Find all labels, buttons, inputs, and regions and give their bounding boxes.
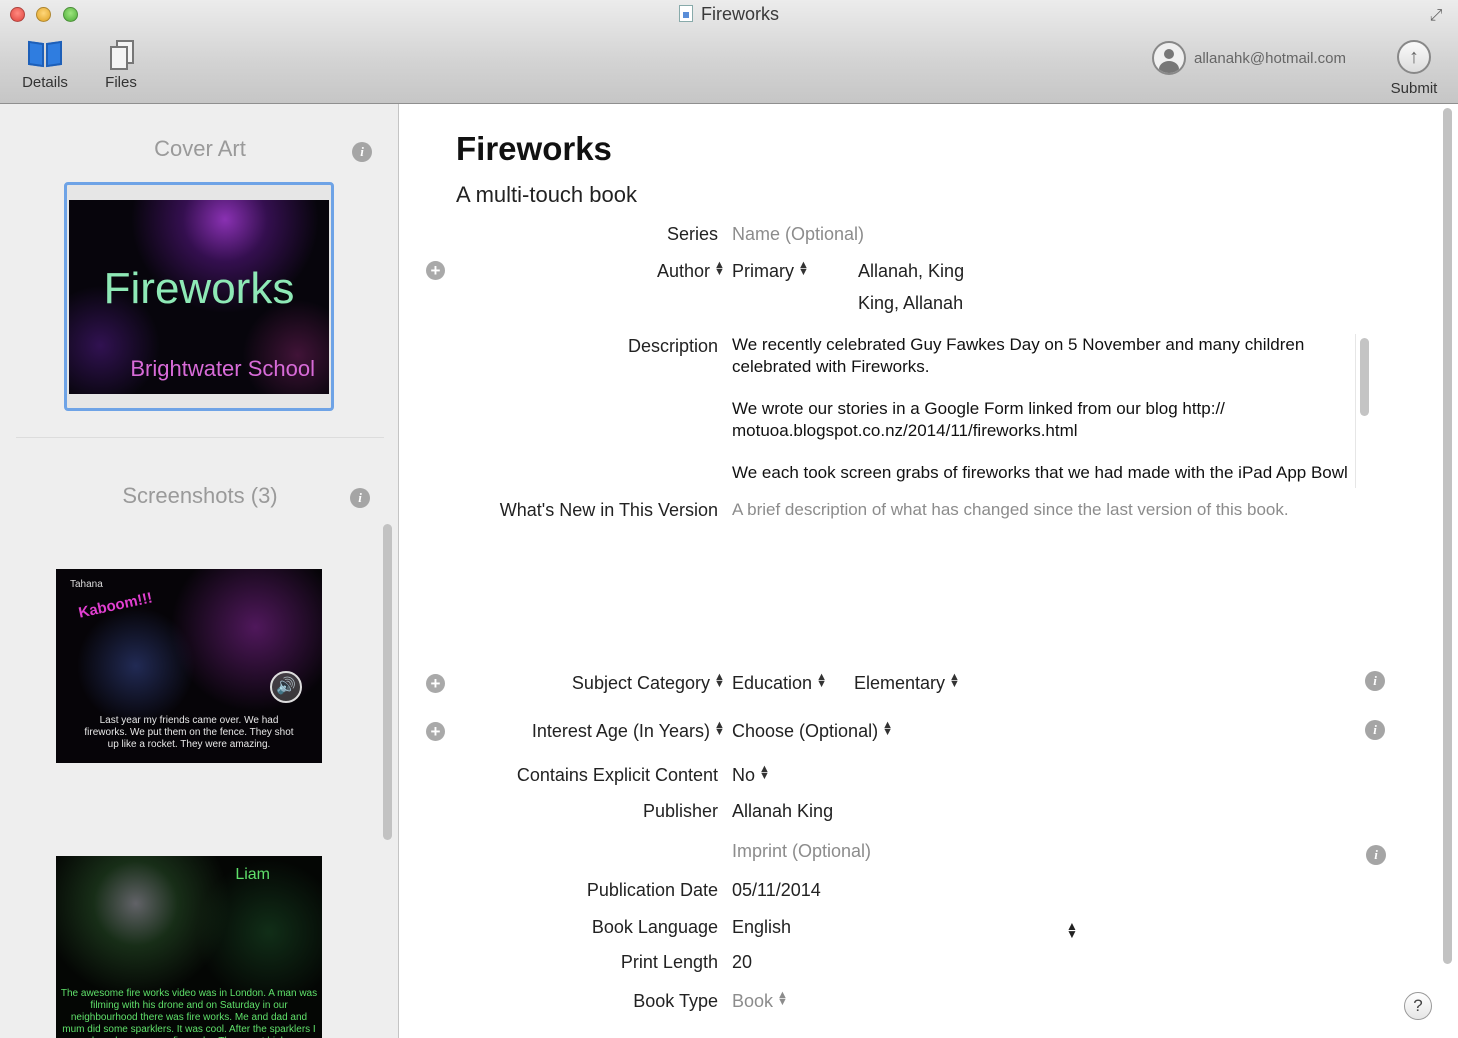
help-icon[interactable]: ? xyxy=(1404,992,1432,1020)
book-type-label: Book Type xyxy=(633,991,718,1011)
subject-subcategory-value: Elementary xyxy=(854,673,946,693)
book-title[interactable]: Fireworks xyxy=(456,130,612,168)
book-type-value: Book xyxy=(732,991,774,1011)
imprint-field[interactable]: Imprint (Optional) xyxy=(732,841,871,862)
author-role-popup[interactable]: Author ▲ ▼ xyxy=(656,259,725,282)
explicit-content-popup[interactable]: No ▲ ▼ xyxy=(732,763,770,786)
interest-age-popup-label[interactable]: Interest Age (In Years) ▲ ▼ xyxy=(531,719,725,742)
files-tab-button[interactable]: Files xyxy=(96,38,146,91)
book-language-stepper-icon[interactable]: ▲ ▼ xyxy=(1066,920,1078,940)
screenshot-caption: Last year my friends came over. We had f… xyxy=(84,715,294,750)
sidebar: Cover Art i Fireworks Brightwater School… xyxy=(0,104,399,1038)
submit-button[interactable]: ↑ Submit xyxy=(1384,40,1444,97)
account-menu[interactable]: allanahk@hotmail.com xyxy=(1152,40,1346,76)
files-label: Files xyxy=(105,74,137,91)
chevron-updown-icon: ▲ ▼ xyxy=(882,719,893,738)
cover-art-subtitle: Brightwater School xyxy=(130,356,315,381)
add-interest-age-icon[interactable]: + xyxy=(426,722,445,741)
book-type-popup[interactable]: Book ▲ ▼ xyxy=(732,989,788,1012)
chevron-updown-icon: ▲ ▼ xyxy=(949,671,960,690)
imprint-info-icon[interactable]: i xyxy=(1366,845,1386,865)
details-scrollbar[interactable] xyxy=(1443,108,1452,964)
chevron-updown-icon: ▲ ▼ xyxy=(714,259,725,278)
fullscreen-icon[interactable]: ⤢ xyxy=(1426,6,1446,26)
documents-icon xyxy=(106,38,136,70)
cover-art-info-icon[interactable]: i xyxy=(352,142,372,162)
chevron-updown-icon: ▲ ▼ xyxy=(714,719,725,738)
publisher-label: Publisher xyxy=(642,801,718,821)
details-pane: Fireworks A multi-touch book Series Name… xyxy=(400,104,1458,1038)
author-role-value: Primary xyxy=(732,261,794,281)
print-length-label: Print Length xyxy=(620,952,718,972)
whats-new-label: What's New in This Version xyxy=(499,500,718,520)
subject-category-popup[interactable]: Education ▲ ▼ xyxy=(732,671,827,694)
print-length-field[interactable]: 20 xyxy=(732,952,752,973)
screenshots-heading: Screenshots (3) xyxy=(122,483,278,508)
sidebar-divider xyxy=(16,437,384,438)
user-avatar-icon xyxy=(1152,41,1186,75)
author-type-popup[interactable]: Primary ▲ ▼ xyxy=(732,259,809,282)
cover-art-heading: Cover Art xyxy=(154,136,246,161)
app-window: Fireworks ⤢ Details Files allanahk@hotma… xyxy=(0,0,1458,1038)
window-title: Fireworks xyxy=(0,4,1458,25)
toolbar: Fireworks ⤢ Details Files allanahk@hotma… xyxy=(0,0,1458,104)
chevron-updown-icon: ▲ ▼ xyxy=(777,989,788,1008)
author-name-field[interactable]: Allanah, King xyxy=(858,261,964,282)
window-title-text: Fireworks xyxy=(700,4,779,24)
series-label: Series xyxy=(666,224,718,244)
author-label: Author xyxy=(656,261,710,281)
whats-new-textarea[interactable]: A brief description of what has changed … xyxy=(732,500,1372,520)
screenshot-thumbnail[interactable]: Tahana Kaboom!!! 🔊 Last year my friends … xyxy=(56,569,322,763)
details-tab-button[interactable]: Details xyxy=(14,38,76,91)
cover-art-image: Fireworks Brightwater School xyxy=(69,200,329,394)
chevron-updown-icon: ▲ ▼ xyxy=(816,671,827,690)
book-language-value[interactable]: English xyxy=(732,917,791,938)
description-label: Description xyxy=(627,336,718,356)
book-language-label: Book Language xyxy=(591,917,718,937)
screenshot-caption: The awesome fire works video was in Lond… xyxy=(60,988,318,1038)
publication-date-field[interactable]: 05/11/2014 xyxy=(732,880,821,901)
interest-age-value: Choose (Optional) xyxy=(732,721,879,741)
series-input[interactable]: Name (Optional) xyxy=(732,224,864,245)
document-icon xyxy=(678,5,693,22)
description-paragraph: We each took screen grabs of fireworks t… xyxy=(732,463,1348,488)
publication-date-label: Publication Date xyxy=(586,880,718,900)
explicit-content-label: Contains Explicit Content xyxy=(516,765,718,785)
add-author-icon[interactable]: + xyxy=(426,261,445,280)
speaker-icon[interactable]: 🔊 xyxy=(270,671,302,703)
author-sort-name-field[interactable]: King, Allanah xyxy=(858,293,963,314)
add-subject-icon[interactable]: + xyxy=(426,674,445,693)
interest-age-info-icon[interactable]: i xyxy=(1365,720,1385,740)
explicit-content-value: No xyxy=(732,765,756,785)
description-scrollbar[interactable] xyxy=(1360,338,1369,416)
screenshot-author: Liam xyxy=(235,866,270,883)
chevron-updown-icon: ▲ ▼ xyxy=(759,763,770,782)
cover-art-well[interactable]: Fireworks Brightwater School xyxy=(64,182,334,411)
submit-label: Submit xyxy=(1390,80,1438,97)
description-paragraph: We wrote our stories in a Google Form li… xyxy=(732,399,1225,440)
screenshot-kaboom-text: Kaboom!!! xyxy=(77,589,154,622)
publisher-field[interactable]: Allanah King xyxy=(732,801,833,822)
subject-category-value: Education xyxy=(732,673,813,693)
book-icon xyxy=(27,38,63,70)
interest-age-popup[interactable]: Choose (Optional) ▲ ▼ xyxy=(732,719,893,742)
upload-arrow-icon: ↑ xyxy=(1397,40,1431,74)
description-textarea[interactable]: We recently celebrated Guy Fawkes Day on… xyxy=(732,334,1374,488)
description-paragraph: We recently celebrated Guy Fawkes Day on… xyxy=(732,335,1305,376)
book-subtitle[interactable]: A multi-touch book xyxy=(456,182,637,208)
screenshot-author: Tahana xyxy=(70,579,103,590)
account-email: allanahk@hotmail.com xyxy=(1194,49,1346,67)
subject-category-popup-label[interactable]: Subject Category ▲ ▼ xyxy=(571,671,725,694)
subject-category-label: Subject Category xyxy=(571,673,710,693)
screenshot-thumbnail[interactable]: Liam The awesome fire works video was in… xyxy=(56,856,322,1038)
screenshots-info-icon[interactable]: i xyxy=(350,488,370,508)
details-label: Details xyxy=(22,74,68,91)
sidebar-scrollbar[interactable] xyxy=(383,524,392,840)
chevron-updown-icon: ▲ ▼ xyxy=(714,671,725,690)
subject-subcategory-popup[interactable]: Elementary ▲ ▼ xyxy=(854,671,960,694)
interest-age-label: Interest Age (In Years) xyxy=(531,721,710,741)
subject-info-icon[interactable]: i xyxy=(1365,671,1385,691)
chevron-updown-icon: ▲ ▼ xyxy=(798,259,809,278)
cover-art-title: Fireworks xyxy=(103,264,295,313)
